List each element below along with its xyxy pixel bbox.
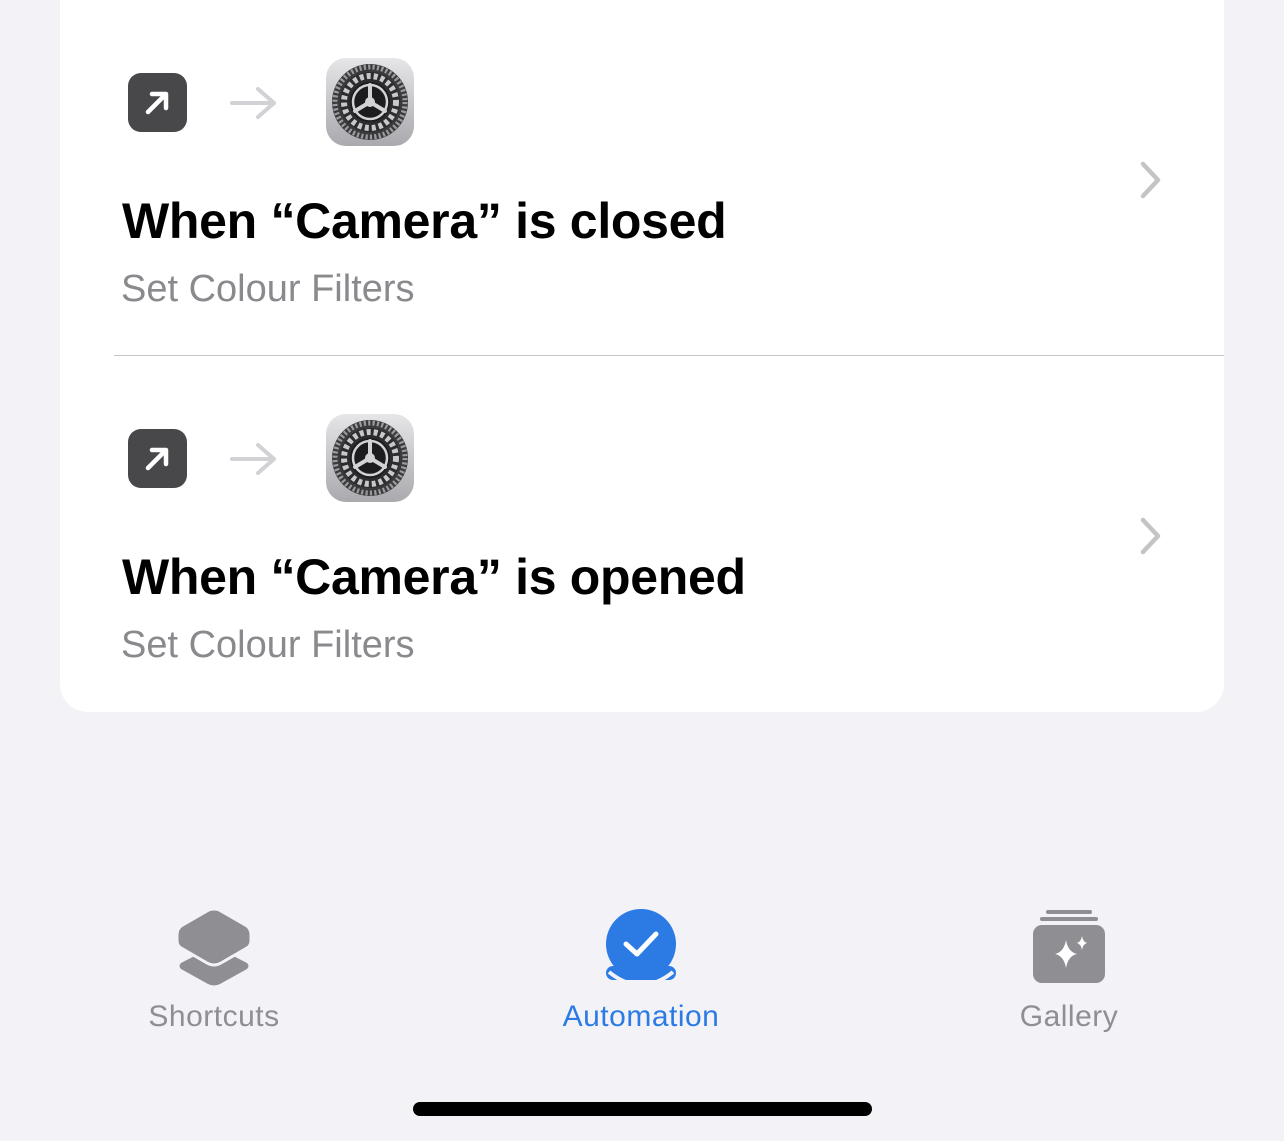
automation-list: When “Camera” is closed Set Colour Filte… — [60, 0, 1224, 712]
sparkle-stack-icon — [1033, 910, 1105, 983]
home-indicator[interactable] — [413, 1102, 872, 1116]
arrow-up-right-icon — [128, 429, 187, 488]
automation-screen: When “Camera” is closed Set Colour Filte… — [0, 0, 1284, 1141]
tab-gallery[interactable]: Gallery — [919, 880, 1219, 1040]
layers-icon — [175, 907, 253, 986]
arrow-up-right-icon — [128, 73, 187, 132]
chevron-right-icon — [1140, 517, 1161, 555]
tab-shortcuts[interactable]: Shortcuts — [64, 880, 364, 1040]
settings-gear-icon — [326, 58, 414, 146]
automation-row-camera-closed[interactable]: When “Camera” is closed Set Colour Filte… — [60, 0, 1224, 355]
tab-bar: Shortcuts Automation Gallery — [0, 880, 1284, 1050]
automation-title: When “Camera” is closed — [122, 193, 727, 249]
tab-automation[interactable]: Automation — [491, 880, 791, 1040]
tab-label: Shortcuts — [148, 1000, 280, 1033]
automation-icons — [128, 414, 428, 504]
automation-row-camera-opened[interactable]: When “Camera” is opened Set Colour Filte… — [60, 356, 1224, 711]
automation-action: Set Colour Filters — [121, 624, 415, 666]
automation-icons — [128, 58, 428, 148]
tab-label: Automation — [562, 1000, 720, 1033]
right-arrow-icon — [230, 87, 276, 119]
right-arrow-icon — [230, 443, 276, 475]
chevron-right-icon — [1140, 161, 1161, 199]
automation-action: Set Colour Filters — [121, 268, 415, 310]
clock-check-icon — [606, 909, 676, 986]
automation-title: When “Camera” is opened — [122, 549, 746, 605]
tab-label: Gallery — [1019, 1000, 1119, 1033]
settings-gear-icon — [326, 414, 414, 502]
